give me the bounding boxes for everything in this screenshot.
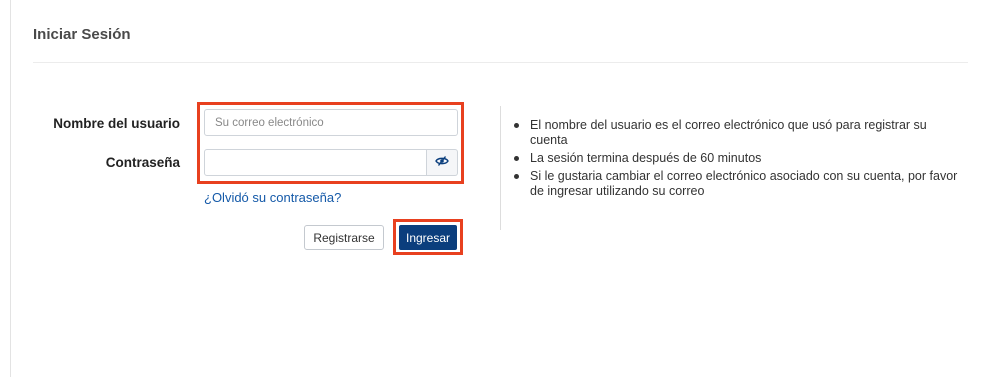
username-placeholder: Su correo electrónico xyxy=(215,116,324,129)
vertical-divider xyxy=(500,106,501,230)
info-item: El nombre del usuario es el correo elect… xyxy=(512,118,962,148)
info-item-text: La sesión termina después de 60 minutos xyxy=(530,151,762,165)
bullet-icon xyxy=(514,174,519,179)
username-input[interactable]: Su correo electrónico xyxy=(204,109,458,136)
password-input[interactable] xyxy=(204,149,427,176)
bullet-icon xyxy=(514,156,519,161)
eye-slash-icon xyxy=(435,154,449,172)
info-item: La sesión termina después de 60 minutos xyxy=(512,151,962,166)
title-divider xyxy=(33,62,968,63)
info-item-text: Si le gustaria cambiar el correo electró… xyxy=(530,169,958,198)
forgot-password-link[interactable]: ¿Olvidó su contraseña? xyxy=(204,190,341,205)
info-list: El nombre del usuario es el correo elect… xyxy=(512,118,962,202)
bullet-icon xyxy=(514,123,519,128)
info-item-text: El nombre del usuario es el correo elect… xyxy=(530,118,927,147)
password-label: Contraseña xyxy=(105,155,180,170)
register-button[interactable]: Registrarse xyxy=(304,225,384,250)
info-item: Si le gustaria cambiar el correo electró… xyxy=(512,169,962,199)
password-toggle-button[interactable] xyxy=(427,149,458,176)
username-label: Nombre del usuario xyxy=(53,116,180,131)
submit-button[interactable]: Ingresar xyxy=(399,225,457,250)
login-page: Iniciar Sesión Nombre del usuario Contra… xyxy=(0,0,982,377)
page-title: Iniciar Sesión xyxy=(33,26,131,43)
left-border xyxy=(10,0,11,377)
